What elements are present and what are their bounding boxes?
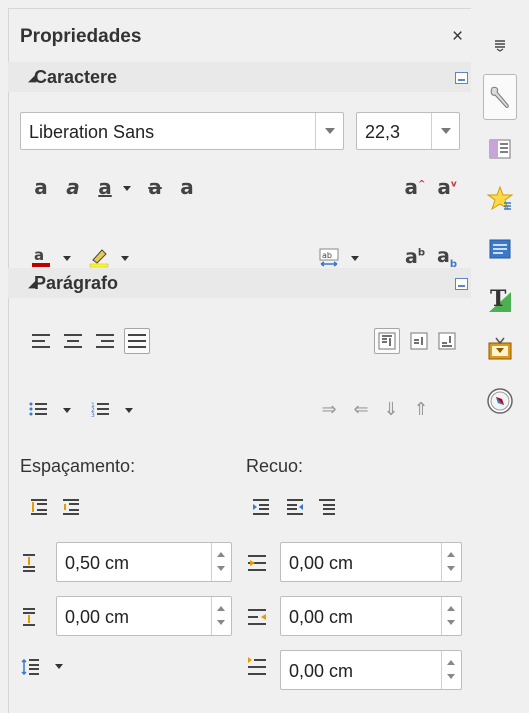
styles-tab[interactable] bbox=[483, 132, 517, 166]
demote-icon[interactable]: ⇓ bbox=[380, 398, 402, 420]
align-right-icon[interactable] bbox=[94, 330, 116, 352]
below-spacing-icon bbox=[18, 606, 40, 628]
more-options-icon[interactable] bbox=[455, 72, 468, 84]
superscript-icon[interactable]: ab bbox=[404, 246, 426, 268]
navigator-tab[interactable] bbox=[483, 232, 517, 266]
underline-dropdown[interactable] bbox=[122, 178, 132, 198]
decrease-indent-button-icon[interactable] bbox=[284, 496, 306, 518]
numbered-list-icon[interactable]: 123 bbox=[90, 398, 112, 420]
menu-icon[interactable] bbox=[483, 28, 517, 62]
below-spacing-value: 0,00 cm bbox=[65, 607, 130, 627]
increase-spacing-icon[interactable] bbox=[28, 496, 50, 518]
align-center-icon[interactable] bbox=[62, 330, 84, 352]
first-line-indent-value: 0,00 cm bbox=[289, 661, 354, 681]
bullet-list-icon[interactable] bbox=[28, 398, 50, 420]
before-indent-value: 0,00 cm bbox=[289, 553, 354, 573]
above-spacing-icon bbox=[18, 552, 40, 574]
italic-icon[interactable]: a bbox=[62, 175, 84, 199]
align-bottom-icon[interactable] bbox=[436, 330, 458, 352]
deck-title: Propriedades bbox=[20, 26, 142, 47]
font-size-value: 22,3 bbox=[365, 122, 401, 142]
font-name-value: Liberation Sans bbox=[29, 122, 155, 142]
grow-font-icon[interactable]: a^ bbox=[404, 175, 426, 199]
align-left-icon[interactable] bbox=[30, 330, 52, 352]
font-color-dropdown[interactable] bbox=[62, 248, 72, 268]
first-line-indent-icon bbox=[246, 656, 268, 678]
decrease-indent-icon[interactable]: ⇐ bbox=[350, 398, 372, 420]
numbered-list-dropdown[interactable] bbox=[124, 400, 134, 420]
decrease-spacing-icon[interactable] bbox=[60, 496, 82, 518]
underline-icon[interactable]: a bbox=[94, 175, 116, 199]
more-options-icon[interactable] bbox=[455, 278, 468, 290]
first-line-indent-field[interactable]: 0,00 cm bbox=[280, 650, 462, 690]
close-button[interactable]: × bbox=[452, 26, 463, 48]
first-line-indent-spinner[interactable] bbox=[441, 651, 461, 689]
highlight-color-dropdown[interactable] bbox=[120, 248, 130, 268]
media-tab[interactable] bbox=[483, 332, 517, 366]
hanging-indent-icon[interactable] bbox=[316, 496, 338, 518]
before-indent-field[interactable]: 0,00 cm bbox=[280, 542, 462, 582]
shadow-icon[interactable]: a bbox=[176, 175, 198, 199]
promote-icon[interactable]: ⇑ bbox=[410, 398, 432, 420]
paragraph-panel-title: Parágrafo bbox=[34, 273, 119, 293]
line-spacing-icon[interactable] bbox=[20, 656, 42, 678]
character-panel-title: Caractere bbox=[34, 67, 118, 87]
svg-text:3: 3 bbox=[91, 412, 95, 417]
before-indent-spinner[interactable] bbox=[441, 543, 461, 581]
svg-text:T: T bbox=[490, 286, 507, 312]
above-spacing-spinner[interactable] bbox=[211, 543, 231, 581]
indent-label: Recuo: bbox=[246, 456, 304, 476]
svg-text:a: a bbox=[34, 246, 44, 264]
character-spacing-icon[interactable]: ab bbox=[318, 246, 340, 268]
strikethrough-icon[interactable]: a bbox=[144, 175, 166, 199]
subscript-icon[interactable]: ab bbox=[436, 245, 458, 270]
font-color-icon[interactable]: a bbox=[30, 246, 52, 268]
line-spacing-dropdown[interactable] bbox=[54, 656, 64, 676]
align-top-icon[interactable] bbox=[374, 328, 400, 354]
below-spacing-field[interactable]: 0,00 cm bbox=[56, 596, 232, 636]
character-spacing-dropdown[interactable] bbox=[350, 248, 360, 268]
bullet-list-dropdown[interactable] bbox=[62, 400, 72, 420]
svg-text:ab: ab bbox=[322, 251, 332, 260]
highlight-color-icon[interactable] bbox=[88, 246, 110, 268]
spacing-label: Espaçamento: bbox=[20, 456, 136, 476]
shrink-font-icon[interactable]: av bbox=[436, 175, 458, 199]
above-spacing-value: 0,50 cm bbox=[65, 553, 130, 573]
gallery-tab[interactable] bbox=[483, 182, 517, 216]
increase-indent-icon[interactable]: ⇒ bbox=[318, 398, 340, 420]
font-name-combobox[interactable]: Liberation Sans bbox=[20, 112, 344, 150]
increase-indent-button-icon[interactable] bbox=[250, 496, 272, 518]
font-size-combobox[interactable]: 22,3 bbox=[356, 112, 460, 150]
below-spacing-spinner[interactable] bbox=[211, 597, 231, 635]
after-indent-field[interactable]: 0,00 cm bbox=[280, 596, 462, 636]
functions-tab[interactable]: T bbox=[483, 282, 517, 316]
character-panel-header[interactable]: ◢ Caractere bbox=[8, 62, 471, 92]
justify-icon[interactable] bbox=[124, 328, 150, 354]
before-indent-icon bbox=[246, 552, 268, 574]
navigator-compass-tab[interactable] bbox=[483, 384, 517, 418]
properties-tab[interactable] bbox=[483, 74, 517, 120]
paragraph-panel-header[interactable]: ◢ Parágrafo bbox=[8, 268, 471, 298]
bold-icon[interactable]: a bbox=[30, 175, 52, 199]
after-indent-spinner[interactable] bbox=[441, 597, 461, 635]
font-name-dropdown-arrow[interactable] bbox=[315, 113, 343, 149]
after-indent-icon bbox=[246, 606, 268, 628]
after-indent-value: 0,00 cm bbox=[289, 607, 354, 627]
font-size-dropdown-arrow[interactable] bbox=[431, 113, 459, 149]
align-middle-icon[interactable] bbox=[408, 330, 430, 352]
sidebar-tabbar: T bbox=[475, 0, 529, 713]
above-spacing-field[interactable]: 0,50 cm bbox=[56, 542, 232, 582]
